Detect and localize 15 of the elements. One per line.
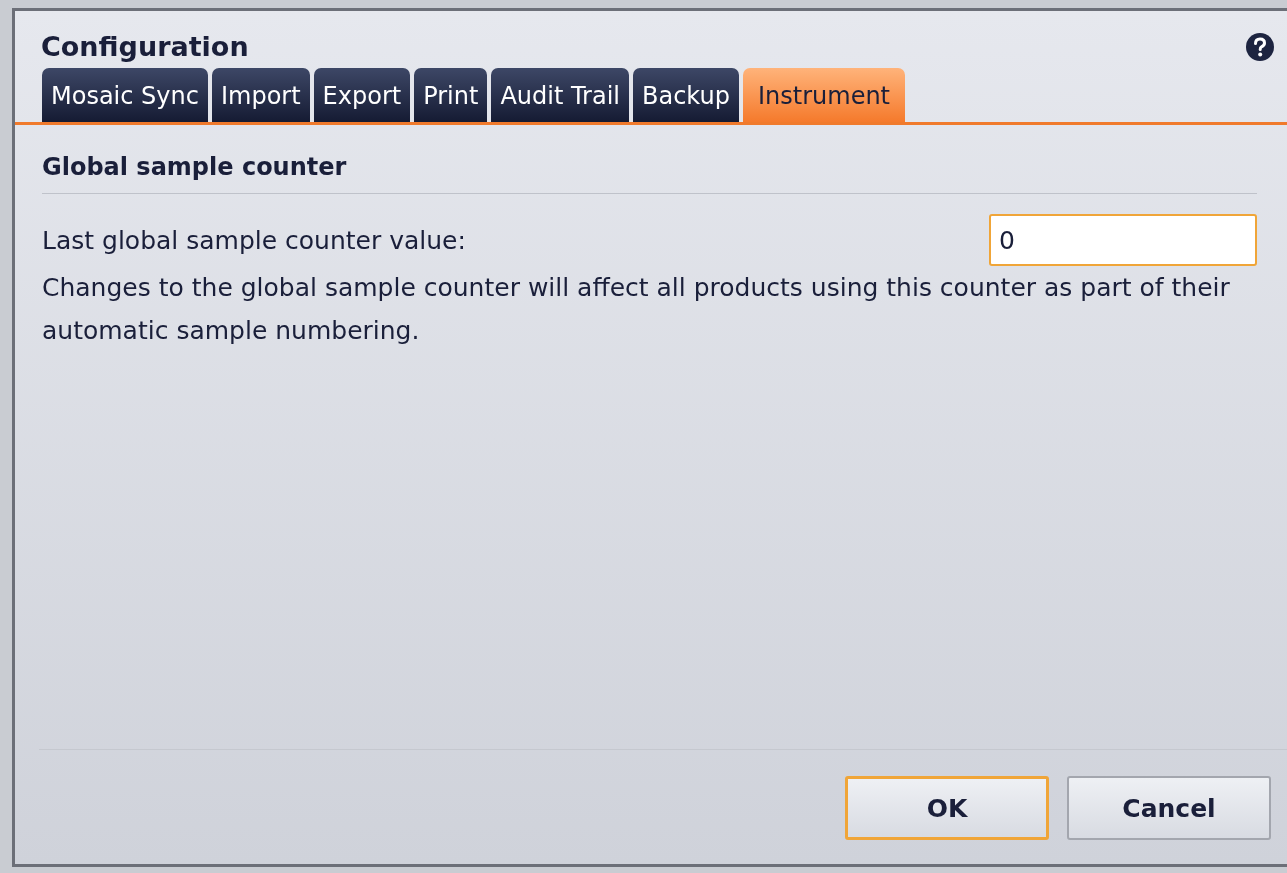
tab[interactable]: Backup [633,68,739,122]
tab[interactable]: Instrument [743,68,906,122]
ok-button[interactable]: OK [845,776,1049,840]
tab[interactable]: Audit Trail [491,68,629,122]
section-heading: Global sample counter [42,153,1257,194]
field-label: Last global sample counter value: [42,225,466,255]
tab[interactable]: Print [414,68,488,122]
cancel-button[interactable]: Cancel [1067,776,1271,840]
note-text: Changes to the global sample counter will affect all products using this counter as part of their automatic sample numbering. [42,272,1231,347]
tab[interactable]: Import [211,68,310,122]
tab[interactable]: Export [313,68,411,122]
counter-input-field[interactable]: 0 [989,214,1257,266]
help-icon[interactable] [1245,31,1275,62]
tab[interactable]: Mosaic Sync [42,68,208,122]
window-title: Configuration [41,31,249,62]
